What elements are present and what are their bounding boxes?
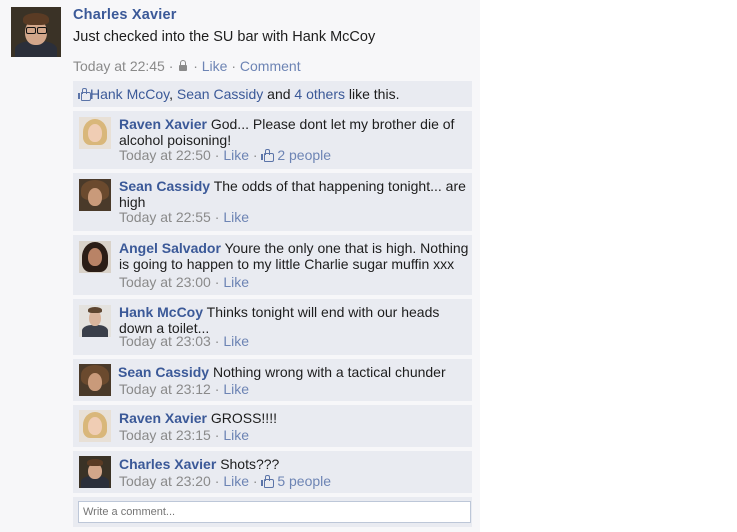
write-comment-area xyxy=(73,497,472,527)
feed-panel: Charles Xavier Just checked into the SU … xyxy=(0,0,480,532)
comment-item: Angel Salvador Youre the only one that i… xyxy=(73,235,472,295)
comment-author[interactable]: Charles Xavier xyxy=(119,456,216,472)
comment-timestamp[interactable]: Today at 23:15 xyxy=(119,427,211,443)
commenter-avatar[interactable] xyxy=(79,364,111,396)
write-comment-input[interactable] xyxy=(78,501,471,523)
post-comment-link[interactable]: Comment xyxy=(240,58,301,74)
others-link[interactable]: 4 others xyxy=(294,86,345,102)
comment-item: Raven Xavier GROSS!!!! Today at 23:15 · … xyxy=(73,405,472,447)
comment-text: Nothing wrong with a tactical chunder xyxy=(212,364,446,380)
comment-author[interactable]: Sean Cassidy xyxy=(118,364,209,380)
comment-author[interactable]: Raven Xavier xyxy=(119,116,207,132)
comment-author[interactable]: Hank McCoy xyxy=(119,304,203,320)
commenter-avatar[interactable] xyxy=(79,410,111,442)
comment-timestamp[interactable]: Today at 22:50 xyxy=(119,147,211,163)
comment-like-link[interactable]: Like xyxy=(223,381,249,397)
comment-item: Charles Xavier Shots??? Today at 23:20 ·… xyxy=(73,451,472,493)
comment-like-link[interactable]: Like xyxy=(223,333,249,349)
comment-like-link[interactable]: Like xyxy=(223,473,249,489)
comment-likes-count[interactable]: 5 people xyxy=(277,473,331,489)
comment-timestamp[interactable]: Today at 23:20 xyxy=(119,473,211,489)
liker-link-hank[interactable]: Hank McCoy xyxy=(90,86,169,102)
comment-item: Hank McCoy Thinks tonight will end with … xyxy=(73,299,472,355)
comment-author[interactable]: Angel Salvador xyxy=(119,240,221,256)
post-author-avatar[interactable] xyxy=(11,7,61,57)
comment-timestamp[interactable]: Today at 23:00 xyxy=(119,274,211,290)
comment-author[interactable]: Raven Xavier xyxy=(119,410,207,426)
commenter-avatar[interactable] xyxy=(79,241,111,273)
comment-timestamp[interactable]: Today at 23:12 xyxy=(119,381,211,397)
comment-timestamp[interactable]: Today at 23:03 xyxy=(119,333,211,349)
liker-link-sean[interactable]: Sean Cassidy xyxy=(177,86,263,102)
comment-author[interactable]: Sean Cassidy xyxy=(119,178,210,194)
commenter-avatar[interactable] xyxy=(79,179,111,211)
comment-item: Sean Cassidy Nothing wrong with a tactic… xyxy=(73,359,472,401)
thumbs-up-icon xyxy=(78,88,91,101)
commenter-avatar[interactable] xyxy=(79,305,111,337)
comment-like-link[interactable]: Like xyxy=(223,209,249,225)
comment-item: Raven Xavier God... Please dont let my b… xyxy=(73,111,472,169)
post-status-text: Just checked into the SU bar with Hank M… xyxy=(73,29,376,45)
thumbs-up-icon xyxy=(261,475,275,488)
post-like-link[interactable]: Like xyxy=(202,58,228,74)
post-author-name[interactable]: Charles Xavier xyxy=(73,7,177,23)
comment-item: Sean Cassidy The odds of that happening … xyxy=(73,173,472,231)
thumbs-up-icon xyxy=(261,149,275,162)
commenter-avatar[interactable] xyxy=(79,456,111,488)
commenter-avatar[interactable] xyxy=(79,117,111,149)
post-timestamp[interactable]: Today at 22:45 xyxy=(73,58,165,74)
comment-like-link[interactable]: Like xyxy=(223,427,249,443)
likes-summary-bar: Hank McCoy, Sean Cassidy and 4 others li… xyxy=(73,81,472,107)
comment-timestamp[interactable]: Today at 22:55 xyxy=(119,209,211,225)
comment-like-link[interactable]: Like xyxy=(223,274,249,290)
comment-like-link[interactable]: Like xyxy=(223,147,249,163)
post-meta: Today at 22:45 · · Like · Comment xyxy=(73,58,301,74)
comment-text: GROSS!!!! xyxy=(210,410,277,426)
comment-text: Shots??? xyxy=(220,456,280,472)
lock-icon[interactable] xyxy=(179,60,188,72)
comment-likes-count[interactable]: 2 people xyxy=(277,147,331,163)
